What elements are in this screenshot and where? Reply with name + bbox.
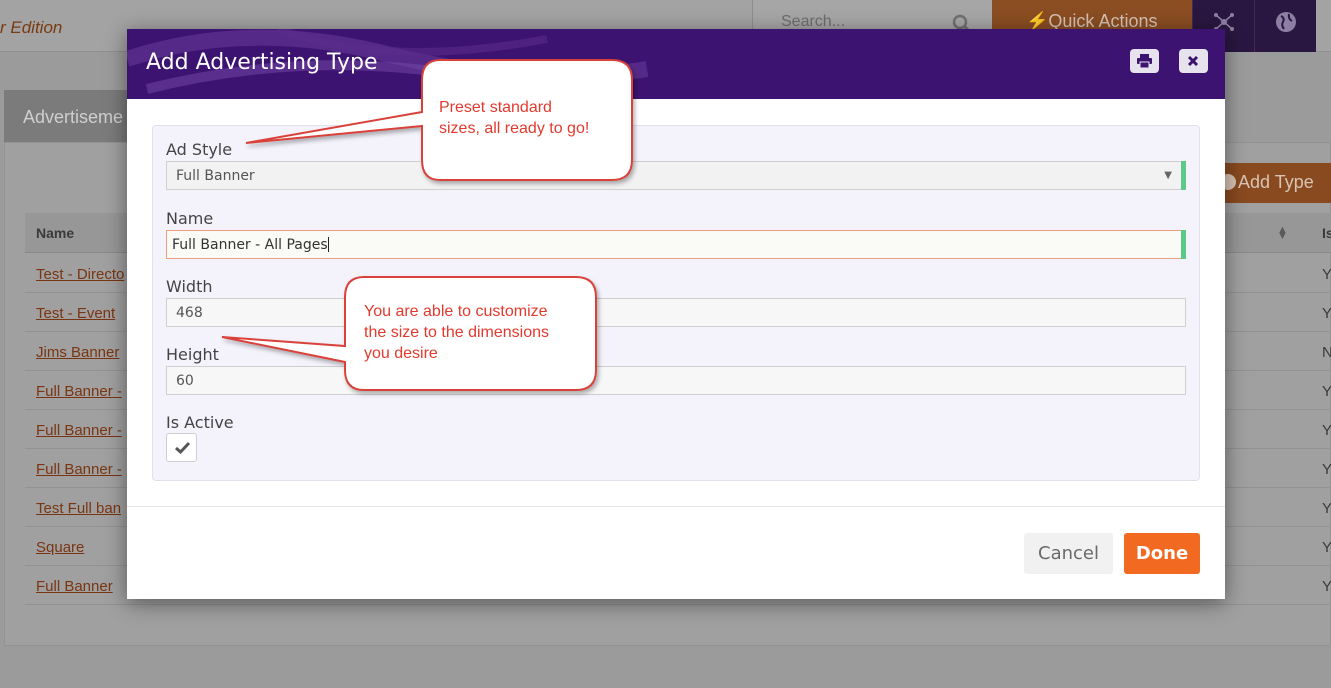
valid-indicator: [1181, 161, 1186, 190]
name-input[interactable]: Full Banner - All Pages: [166, 230, 1186, 259]
cancel-button[interactable]: Cancel: [1024, 533, 1113, 574]
check-icon: [175, 441, 190, 454]
add-type-button[interactable]: Add Type: [1214, 163, 1331, 203]
valid-indicator: [1181, 230, 1186, 259]
row-active-value: Y: [1322, 461, 1331, 478]
text-caret: [327, 237, 329, 252]
print-icon: [1137, 54, 1152, 68]
preset-callout-line: Preset standard: [439, 99, 552, 116]
column-header-name[interactable]: Name: [36, 225, 74, 241]
sort-icon[interactable]: ▲ ▼: [1277, 225, 1288, 242]
name-input-value: Full Banner - All Pages: [172, 237, 328, 253]
footer-divider: [127, 506, 1225, 507]
close-button[interactable]: [1179, 49, 1208, 73]
done-button[interactable]: Done: [1124, 533, 1200, 574]
quick-actions-label: Quick Actions: [1048, 11, 1158, 31]
row-name-link[interactable]: Full Banner: [36, 578, 113, 595]
ad-style-select[interactable]: Full Banner ▼: [166, 161, 1186, 190]
print-button[interactable]: [1130, 49, 1159, 73]
width-input[interactable]: 468: [166, 298, 1186, 327]
row-active-value: Y: [1322, 383, 1331, 400]
row-active-value: Y: [1322, 266, 1331, 283]
chevron-down-icon: ▼: [1164, 170, 1172, 181]
row-name-link[interactable]: Test Full ban: [36, 500, 121, 517]
custom-callout-line: the size to the dimensions: [364, 324, 549, 341]
row-active-value: N: [1322, 344, 1331, 361]
row-active-value: Y: [1322, 539, 1331, 556]
add-advertising-type-modal: Add Advertising Type Ad Style Full Banne…: [127, 29, 1225, 599]
modal-title: Add Advertising Type: [146, 50, 378, 75]
ad-style-label: Ad Style: [166, 140, 233, 159]
row-active-value: Y: [1322, 500, 1331, 517]
is-active-label: Is Active: [166, 413, 234, 432]
height-label: Height: [166, 345, 219, 364]
preset-callout-text: Preset standard sizes, all ready to go!: [439, 97, 589, 139]
row-name-link[interactable]: Full Banner -: [36, 383, 122, 400]
row-name-link[interactable]: Full Banner -: [36, 422, 122, 439]
row-name-link[interactable]: Test - Directo: [36, 266, 124, 283]
column-header-is-active[interactable]: Is: [1322, 225, 1331, 241]
custom-callout-line: You are able to customize: [364, 303, 548, 320]
row-name-link[interactable]: Full Banner -: [36, 461, 122, 478]
height-input[interactable]: 60: [166, 366, 1186, 395]
edition-label: r Edition: [0, 18, 63, 37]
close-icon: [1187, 55, 1199, 67]
width-label: Width: [166, 277, 213, 296]
globe-button[interactable]: [1254, 0, 1316, 52]
add-type-label: Add Type: [1238, 172, 1314, 192]
is-active-checkbox[interactable]: [166, 433, 197, 462]
width-input-value: 468: [176, 305, 203, 321]
row-active-value: Y: [1322, 578, 1331, 595]
custom-callout-line: you desire: [364, 345, 438, 362]
row-name-link[interactable]: Square: [36, 539, 84, 556]
height-input-value: 60: [176, 373, 194, 389]
modal-header: Add Advertising Type: [127, 29, 1225, 99]
row-name-link[interactable]: Jims Banner: [36, 344, 119, 361]
ad-style-value: Full Banner: [176, 168, 255, 184]
preset-callout-line: sizes, all ready to go!: [439, 120, 590, 137]
globe-icon: [1276, 12, 1296, 32]
row-active-value: Y: [1322, 422, 1331, 439]
row-active-value: Y: [1322, 305, 1331, 322]
row-name-link[interactable]: Test - Event: [36, 305, 115, 322]
form-container: Ad Style Full Banner ▼ Name Full Banner …: [152, 125, 1200, 481]
custom-callout-text: You are able to customize the size to th…: [364, 301, 549, 364]
name-label: Name: [166, 209, 214, 228]
bolt-icon: ⚡: [1026, 11, 1049, 31]
